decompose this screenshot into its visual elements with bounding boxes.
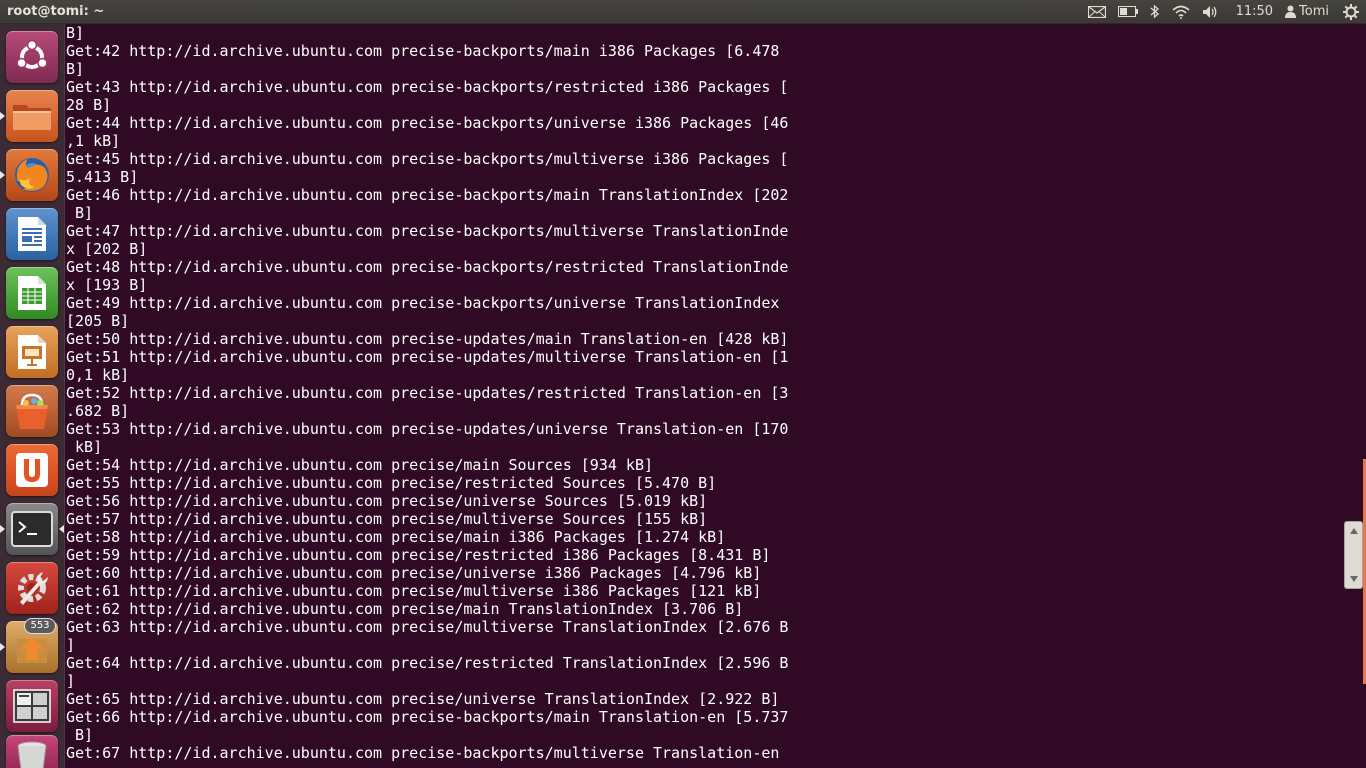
ubuntu-one-icon	[15, 452, 49, 488]
wifi-icon[interactable]	[1172, 0, 1190, 24]
terminal-line: x [202 B]	[66, 240, 148, 258]
terminal-line: Get:66 http://id.archive.ubuntu.com prec…	[66, 708, 789, 726]
terminal-line: Get:59 http://id.archive.ubuntu.com prec…	[66, 546, 771, 564]
terminal-line: Get:65 http://id.archive.ubuntu.com prec…	[66, 690, 780, 708]
terminal-icon	[11, 511, 53, 547]
indicator-area: 11:50 Tomi	[1082, 0, 1366, 24]
terminal-line: Get:46 http://id.archive.ubuntu.com prec…	[66, 186, 789, 204]
terminal-line: B]	[66, 726, 94, 744]
running-indicator	[0, 643, 5, 651]
folder-icon	[11, 99, 53, 133]
window-title: root@tomi: ~	[7, 4, 105, 19]
launcher-libreoffice-calc[interactable]	[6, 267, 58, 319]
terminal-line: Get:45 http://id.archive.ubuntu.com prec…	[66, 150, 789, 168]
workspaces-icon	[13, 689, 51, 723]
user-name: Tomi	[1299, 4, 1329, 19]
terminal-line: Get:48 http://id.archive.ubuntu.com prec…	[66, 258, 789, 276]
volume-icon[interactable]	[1202, 0, 1220, 24]
writer-icon	[16, 215, 48, 253]
terminal-output[interactable]: B] Get:42 http://id.archive.ubuntu.com pr…	[66, 24, 806, 762]
terminal-line: ,1 kB]	[66, 132, 121, 150]
bluetooth-icon[interactable]	[1150, 0, 1160, 24]
launcher-firefox[interactable]	[6, 149, 58, 201]
trash-icon	[15, 740, 49, 768]
terminal-line: ]	[66, 672, 76, 690]
terminal-line: B]	[66, 24, 85, 42]
shopping-bag-icon	[12, 391, 52, 431]
launcher: 553	[0, 24, 65, 768]
terminal-line: [205 B]	[66, 312, 130, 330]
terminal-line: 0,1 kB]	[66, 366, 130, 384]
running-indicator	[0, 112, 5, 120]
terminal-line: .682 B]	[66, 402, 130, 420]
launcher-files[interactable]	[6, 90, 58, 142]
terminal-line: Get:60 http://id.archive.ubuntu.com prec…	[66, 564, 762, 582]
scrollbar-thumb[interactable]	[1344, 521, 1363, 589]
terminal-line: Get:67 http://id.archive.ubuntu.com prec…	[66, 744, 780, 762]
terminal-line: kB]	[66, 438, 103, 456]
terminal-line: Get:43 http://id.archive.ubuntu.com prec…	[66, 78, 789, 96]
scroll-up-arrow-icon[interactable]	[1349, 528, 1358, 534]
terminal-line: Get:58 http://id.archive.ubuntu.com prec…	[66, 528, 726, 546]
running-indicator	[0, 525, 5, 533]
launcher-terminal[interactable]	[6, 503, 58, 555]
user-menu[interactable]: Tomi	[1285, 0, 1329, 24]
terminal-line: x [193 B]	[66, 276, 148, 294]
terminal-line: Get:44 http://id.archive.ubuntu.com prec…	[66, 114, 789, 132]
scroll-down-arrow-icon[interactable]	[1349, 576, 1358, 582]
impress-icon	[16, 333, 48, 371]
terminal-line: Get:64 http://id.archive.ubuntu.com prec…	[66, 654, 789, 672]
terminal-line: B]	[66, 60, 85, 78]
terminal-line: 28 B]	[66, 96, 112, 114]
top-panel: root@tomi: ~ 11:50 Tomi	[0, 0, 1366, 24]
terminal-line: 5.413 B]	[66, 168, 139, 186]
terminal-line: ]	[66, 636, 76, 654]
terminal-line: Get:55 http://id.archive.ubuntu.com prec…	[66, 474, 717, 492]
launcher-system-settings[interactable]	[6, 562, 58, 614]
active-indicator	[59, 525, 64, 533]
update-arrow-icon	[14, 629, 50, 665]
ubuntu-logo-icon	[15, 40, 49, 74]
terminal-line: Get:57 http://id.archive.ubuntu.com prec…	[66, 510, 708, 528]
clock[interactable]: 11:50	[1236, 4, 1273, 19]
terminal-line: B]	[66, 204, 94, 222]
firefox-icon	[11, 154, 53, 196]
terminal-line: Get:62 http://id.archive.ubuntu.com prec…	[66, 600, 744, 618]
launcher-libreoffice-impress[interactable]	[6, 326, 58, 378]
launcher-workspace-switcher[interactable]	[6, 680, 58, 732]
terminal-line: Get:54 http://id.archive.ubuntu.com prec…	[66, 456, 653, 474]
terminal-window[interactable]: B] Get:42 http://id.archive.ubuntu.com pr…	[66, 24, 1366, 768]
launcher-ubuntu-dash[interactable]	[6, 31, 58, 83]
terminal-line: Get:47 http://id.archive.ubuntu.com prec…	[66, 222, 789, 240]
settings-wrench-icon	[12, 568, 52, 608]
terminal-line: Get:51 http://id.archive.ubuntu.com prec…	[66, 348, 789, 366]
launcher-software-center[interactable]	[6, 385, 58, 437]
launcher-libreoffice-writer[interactable]	[6, 208, 58, 260]
mail-icon[interactable]	[1087, 0, 1106, 24]
terminal-line: Get:50 http://id.archive.ubuntu.com prec…	[66, 330, 789, 348]
launcher-trash[interactable]	[6, 735, 58, 768]
terminal-line: Get:63 http://id.archive.ubuntu.com prec…	[66, 618, 789, 636]
battery-icon[interactable]	[1117, 0, 1138, 24]
terminal-line: Get:56 http://id.archive.ubuntu.com prec…	[66, 492, 708, 510]
running-indicator	[0, 171, 5, 179]
terminal-line: Get:52 http://id.archive.ubuntu.com prec…	[66, 384, 789, 402]
session-gear-icon[interactable]	[1343, 0, 1359, 24]
terminal-line: Get:53 http://id.archive.ubuntu.com prec…	[66, 420, 789, 438]
calc-icon	[16, 274, 48, 312]
update-count-badge: 553	[24, 618, 56, 634]
terminal-line: Get:42 http://id.archive.ubuntu.com prec…	[66, 42, 780, 60]
user-icon	[1285, 5, 1297, 18]
launcher-ubuntu-one[interactable]	[6, 444, 58, 496]
terminal-line: Get:49 http://id.archive.ubuntu.com prec…	[66, 294, 780, 312]
terminal-line: Get:61 http://id.archive.ubuntu.com prec…	[66, 582, 762, 600]
